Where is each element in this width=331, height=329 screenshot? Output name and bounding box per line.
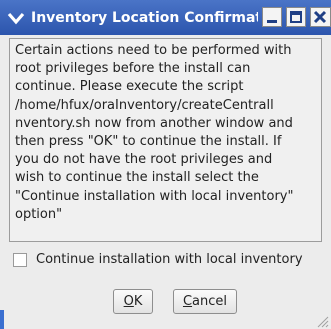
maximize-button[interactable] bbox=[286, 7, 306, 27]
chevron-down-icon[interactable] bbox=[7, 9, 25, 27]
ok-label-rest: K bbox=[133, 294, 143, 309]
cancel-mnemonic: C bbox=[182, 294, 193, 309]
resize-grip-icon[interactable] bbox=[315, 313, 329, 328]
cancel-label-rest: ancel bbox=[192, 294, 228, 309]
close-button[interactable] bbox=[310, 7, 331, 27]
installer-dialog-window: Inventory Location Confirmatio Certain a… bbox=[0, 0, 331, 329]
local-inventory-option[interactable]: Continue installation with local invento… bbox=[13, 250, 331, 270]
message-text: Certain actions need to be performed wit… bbox=[9, 38, 322, 242]
local-inventory-checkbox-label[interactable]: Continue installation with local invento… bbox=[36, 250, 303, 270]
minimize-button[interactable] bbox=[262, 7, 282, 27]
title-bar[interactable]: Inventory Location Confirmatio bbox=[0, 0, 331, 35]
window-title: Inventory Location Confirmatio bbox=[31, 10, 258, 26]
ok-mnemonic: O bbox=[123, 294, 134, 309]
window-edge-marker bbox=[0, 310, 4, 329]
local-inventory-checkbox[interactable] bbox=[13, 253, 27, 267]
ok-button[interactable]: OK bbox=[113, 289, 153, 314]
cancel-button[interactable]: Cancel bbox=[173, 289, 237, 314]
